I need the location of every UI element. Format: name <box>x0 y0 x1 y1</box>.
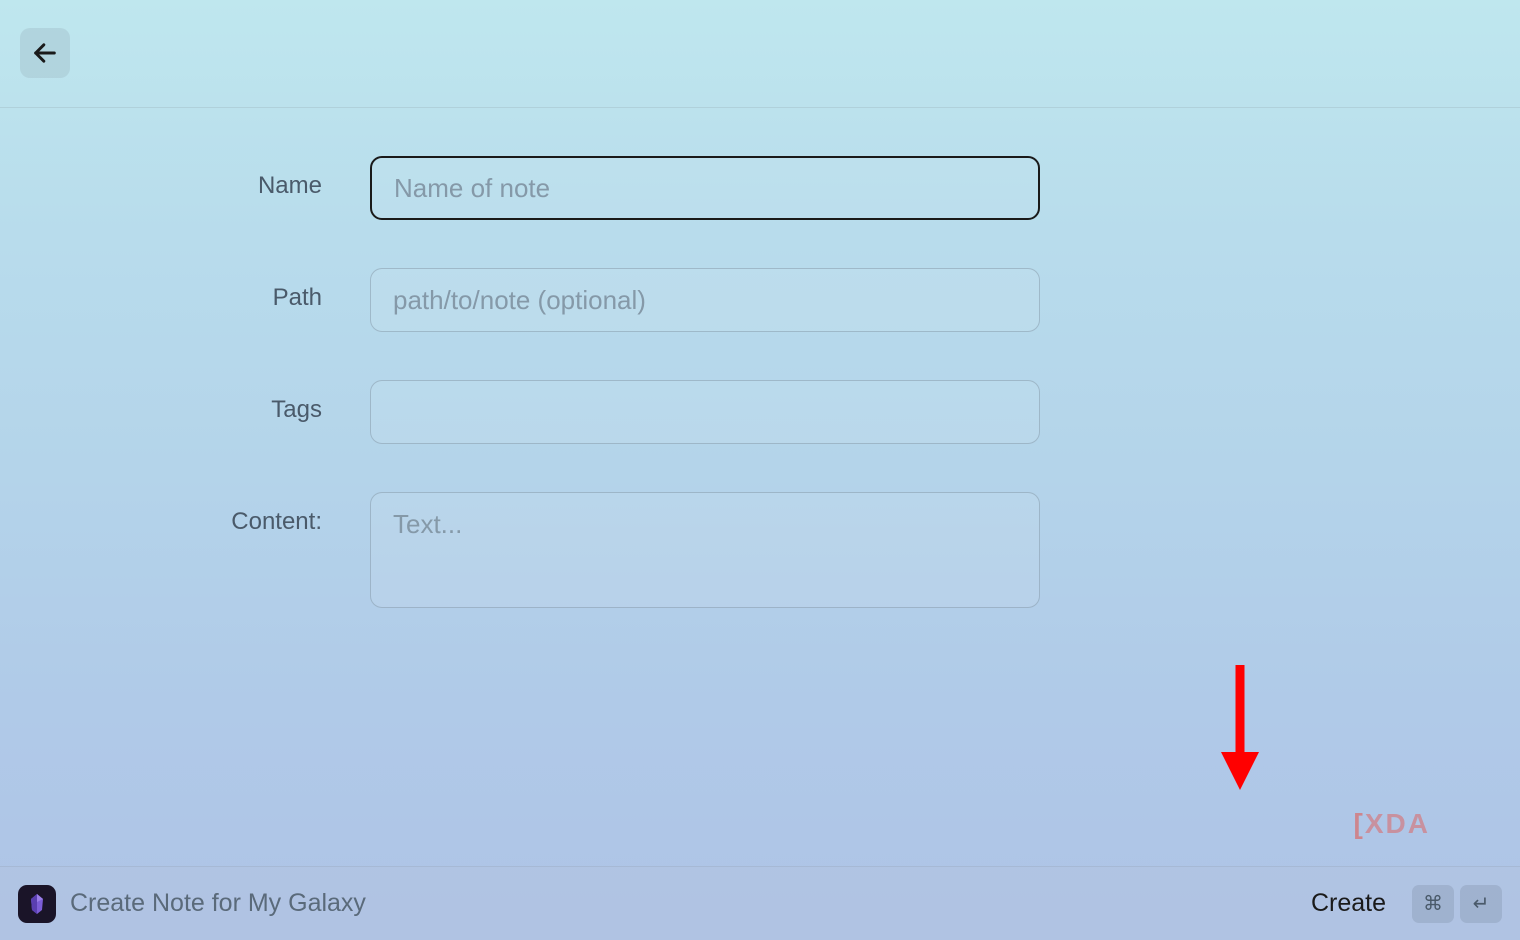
obsidian-app-icon <box>18 885 56 923</box>
content-textarea[interactable] <box>370 492 1040 608</box>
annotation-arrow-icon <box>1215 660 1265 790</box>
watermark-text: [XDA <box>1354 808 1430 840</box>
path-row: Path <box>0 268 1520 332</box>
tags-input[interactable] <box>370 380 1040 444</box>
create-note-form: Name Path Tags Content: <box>0 108 1520 608</box>
shortcut-hint: ⌘ ↵ <box>1412 885 1502 923</box>
tags-row: Tags <box>0 380 1520 444</box>
path-label: Path <box>0 268 370 312</box>
content-label: Content: <box>0 492 370 536</box>
footer-bar: Create Note for My Galaxy Create ⌘ ↵ <box>0 866 1520 940</box>
name-row: Name <box>0 156 1520 220</box>
cmd-key-icon: ⌘ <box>1412 885 1454 923</box>
create-button[interactable]: Create <box>1295 881 1402 926</box>
footer-title: Create Note for My Galaxy <box>70 889 1295 918</box>
tags-label: Tags <box>0 380 370 424</box>
path-input[interactable] <box>370 268 1040 332</box>
back-button[interactable] <box>20 28 70 78</box>
header-bar <box>0 0 1520 108</box>
content-row: Content: <box>0 492 1520 608</box>
name-input[interactable] <box>370 156 1040 220</box>
obsidian-icon <box>25 892 49 916</box>
arrow-left-icon <box>31 39 59 67</box>
enter-key-icon: ↵ <box>1460 885 1502 923</box>
name-label: Name <box>0 156 370 200</box>
